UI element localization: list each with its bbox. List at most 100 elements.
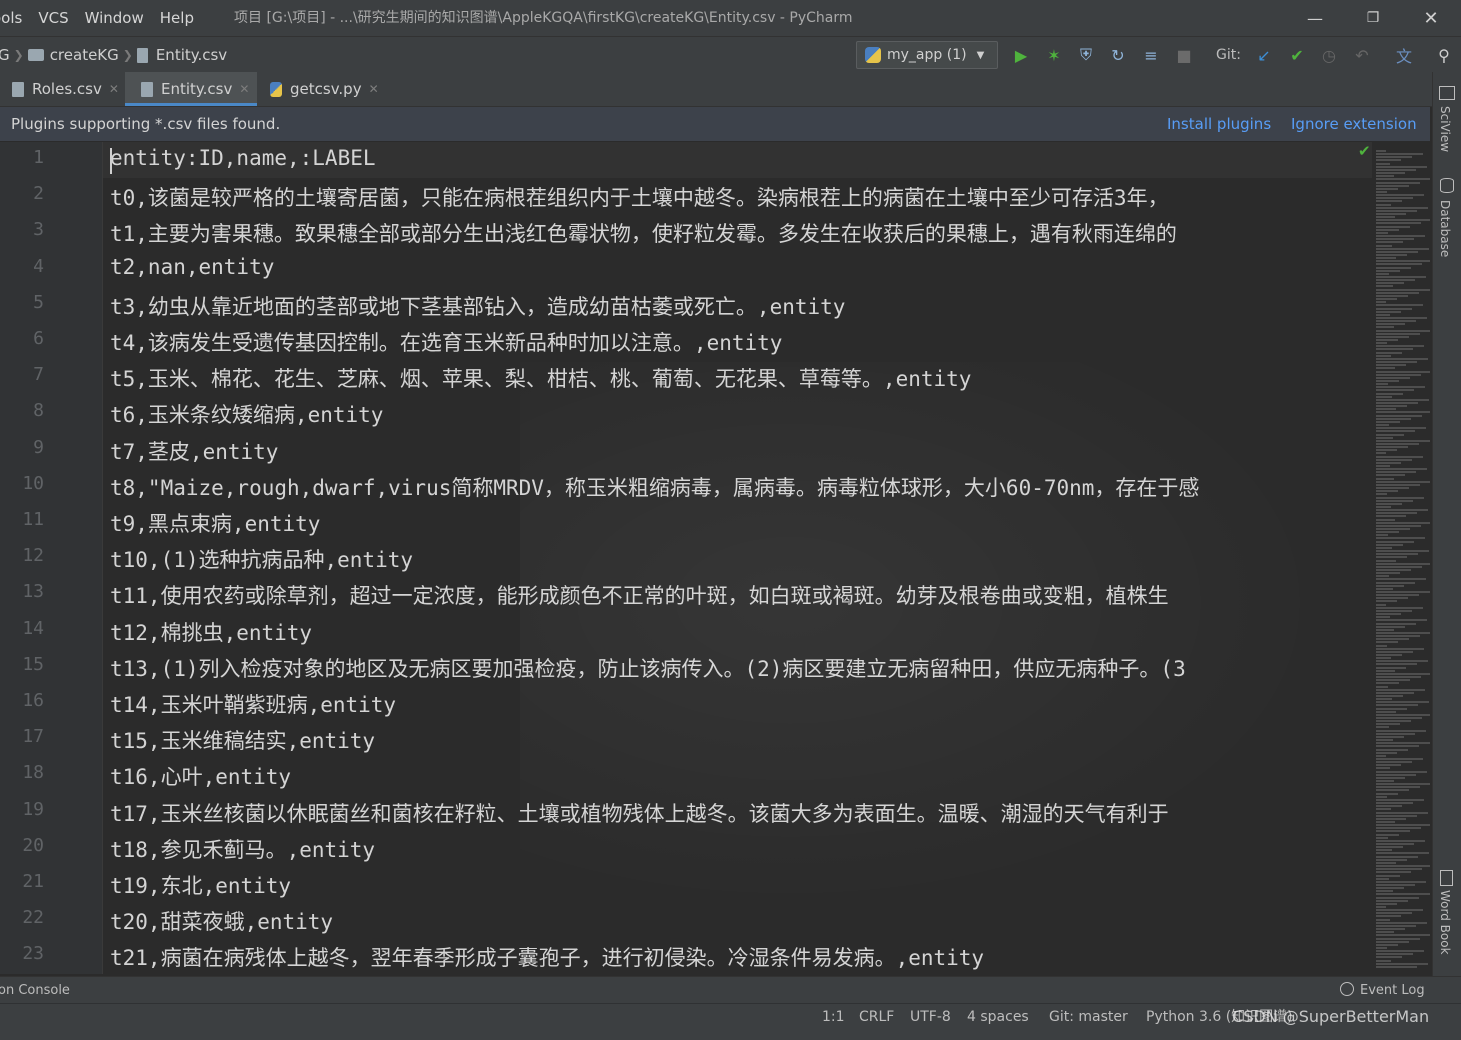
profile-button[interactable]: ↻ [1106, 43, 1130, 67]
minimap-line [1376, 231, 1388, 234]
minimap-line [1376, 364, 1406, 367]
code-line[interactable]: t4,该病发生受遗传基因控制。在选育玉米新品种时加以注意。,entity [110, 327, 782, 357]
git-update-button[interactable]: ↙ [1252, 43, 1276, 67]
sciview-icon [1439, 86, 1455, 100]
breadcrumb-file[interactable]: Entity.csv [156, 46, 227, 64]
line-number: 5 [33, 291, 44, 313]
code-line[interactable]: t14,玉米叶鞘紫班病,entity [110, 689, 396, 719]
code-line[interactable]: t20,甜菜夜蛾,entity [110, 906, 333, 936]
line-number: 13 [22, 581, 44, 603]
code-line[interactable]: t8,"Maize,rough,dwarf,virus简称MRDV，称玉米粗缩病… [110, 472, 1199, 502]
folder-icon [27, 49, 44, 61]
line-number: 23 [22, 943, 44, 965]
code-line[interactable]: entity:ID,name,:LABEL [110, 146, 376, 170]
code-line[interactable]: t2,nan,entity [110, 255, 274, 279]
caret-position[interactable]: 1:1 [822, 1004, 845, 1030]
tab-roles-csv[interactable]: Roles.csv ✕ [0, 72, 136, 106]
menu-vcs[interactable]: VCS [30, 9, 76, 27]
coverage-button[interactable]: ⛨ [1074, 43, 1098, 67]
minimap-line [1376, 883, 1415, 886]
file-encoding[interactable]: UTF-8 [910, 1004, 951, 1030]
minimap-line [1376, 899, 1408, 902]
minimap-line [1376, 323, 1405, 326]
minimap-line [1376, 386, 1425, 389]
code-line[interactable]: t9,黑点束病,entity [110, 508, 320, 538]
shield-icon: ⛨ [1079, 45, 1092, 64]
code-line[interactable]: t1,主要为害果穗。致果穗全部或部分生出浅红色霉状物，使籽粒发霉。多发生在收获后… [110, 218, 1177, 248]
tool-event-log[interactable]: Event Log [1340, 977, 1425, 1004]
code-line[interactable]: t13,(1)列入检疫对象的地区及无病区要加强检疫，防止该病传入。(2)病区要建… [110, 653, 1186, 683]
tab-entity-csv[interactable]: Entity.csv ✕ [125, 72, 257, 106]
code-area[interactable]: entity:ID,name,:LABEL t0,该菌是较严格的土壤寄居菌，只能在… [110, 142, 1372, 974]
minimap-line [1376, 354, 1391, 357]
minimap-line [1376, 698, 1392, 701]
translate-button[interactable]: 文 [1392, 43, 1416, 67]
minimap-line [1376, 808, 1391, 811]
code-line[interactable]: t0,该菌是较严格的土壤寄居菌，只能在病根茬组织内于土壤中越冬。染病根茬上的病菌… [110, 182, 1169, 212]
line-separator[interactable]: CRLF [859, 1004, 894, 1030]
concurrency-button[interactable]: ≡ [1139, 43, 1163, 67]
code-line[interactable]: t5,玉米、棉花、花生、芝麻、烟、苹果、梨、柑桔、桃、葡萄、无花果、草莓等。,e… [110, 363, 971, 393]
minimap-line [1376, 717, 1422, 719]
menu-tools[interactable]: ools [0, 9, 30, 27]
tool-python-console[interactable]: on Console [0, 977, 70, 1004]
git-rollback-button[interactable]: ↶ [1350, 43, 1374, 67]
tool-word-book[interactable]: Word Book [1438, 890, 1452, 955]
search-everywhere-button[interactable]: ⚲ [1432, 43, 1456, 67]
git-branch[interactable]: Git: master [1049, 1004, 1128, 1030]
minimap-line [1376, 282, 1404, 285]
restore-button[interactable]: ❐ [1344, 0, 1402, 36]
git-history-button[interactable]: ◷ [1317, 43, 1341, 67]
minimap-line [1376, 909, 1423, 912]
debug-button[interactable]: ✶ [1042, 43, 1066, 67]
code-editor[interactable]: 1 2 3 4 5 6 7 8 9 10 11 12 13 14 15 16 17 18 19 20 21 22 23 en… [0, 142, 1430, 974]
tab-getcsv-py[interactable]: getcsv.py ✕ [262, 72, 400, 106]
code-line[interactable]: t6,玉米条纹矮缩病,entity [110, 399, 383, 429]
minimap-line [1376, 329, 1430, 332]
code-line[interactable]: t17,玉米丝核菌以休眠菌丝和菌核在籽粒、土壤或植物残体上越冬。该菌大多为表面生… [110, 798, 1169, 828]
code-line[interactable]: t10,(1)选种抗病品种,entity [110, 544, 413, 574]
code-line[interactable]: t11,使用农药或除草剂，超过一定浓度，能形成颜色不正常的叶斑，如白斑或褐斑。幼… [110, 580, 1169, 610]
dropdown-arrow-icon: ▼ [976, 49, 985, 61]
minimap-line [1376, 587, 1393, 590]
tool-database[interactable]: Database [1438, 200, 1452, 257]
code-line[interactable]: t21,病菌在病残体上越冬，翌年春季形成子囊孢子，进行初侵染。冷湿条件易发病。,… [110, 942, 984, 972]
code-line[interactable]: t15,玉米维稿结实,entity [110, 725, 375, 755]
close-icon[interactable]: ✕ [109, 82, 119, 96]
minimap-line [1376, 446, 1408, 449]
menu-window[interactable]: Window [77, 9, 152, 27]
git-commit-button[interactable]: ✔ [1285, 43, 1309, 67]
minimap-line [1376, 187, 1398, 190]
minimap-line [1376, 483, 1420, 486]
minimize-button[interactable]: — [1286, 0, 1344, 36]
indent-setting[interactable]: 4 spaces [967, 1004, 1029, 1030]
minimap-line [1376, 351, 1402, 354]
ignore-extension-link[interactable]: Ignore extension [1291, 107, 1417, 141]
close-window-button[interactable]: ✕ [1402, 0, 1460, 36]
menu-help[interactable]: Help [152, 9, 202, 27]
code-line[interactable]: t12,棉挑虫,entity [110, 617, 312, 647]
line-number: 11 [22, 509, 44, 530]
stop-button[interactable]: ■ [1172, 43, 1196, 67]
breadcrumb-folder[interactable]: createKG [50, 46, 119, 64]
code-minimap[interactable]: ✔ [1358, 142, 1430, 974]
code-line[interactable]: t16,心叶,entity [110, 761, 291, 791]
close-icon[interactable]: ✕ [369, 82, 379, 96]
code-line[interactable]: t18,参见禾蓟马。,entity [110, 834, 375, 864]
run-button[interactable]: ▶ [1009, 43, 1033, 67]
line-number: 15 [22, 653, 44, 675]
install-plugins-link[interactable]: Install plugins [1167, 107, 1271, 141]
close-icon[interactable]: ✕ [239, 82, 249, 96]
run-config-select[interactable]: my_app (1) ▼ [856, 41, 998, 69]
code-line[interactable]: t7,茎皮,entity [110, 436, 278, 466]
tool-sciview[interactable]: SciView [1438, 106, 1452, 152]
minimap-line [1376, 710, 1396, 713]
code-line[interactable]: t3,幼虫从靠近地面的茎部或地下茎基部钻入，造成幼苗枯萎或死亡。,entity [110, 291, 845, 321]
bug-icon: ✶ [1047, 45, 1061, 65]
minimap-line [1376, 285, 1393, 288]
code-line[interactable]: t19,东北,entity [110, 870, 291, 900]
line-number: 19 [22, 798, 44, 820]
line-number: 9 [33, 436, 44, 458]
breadcrumb-root[interactable]: G [0, 46, 10, 64]
minimap-line [1376, 937, 1420, 940]
